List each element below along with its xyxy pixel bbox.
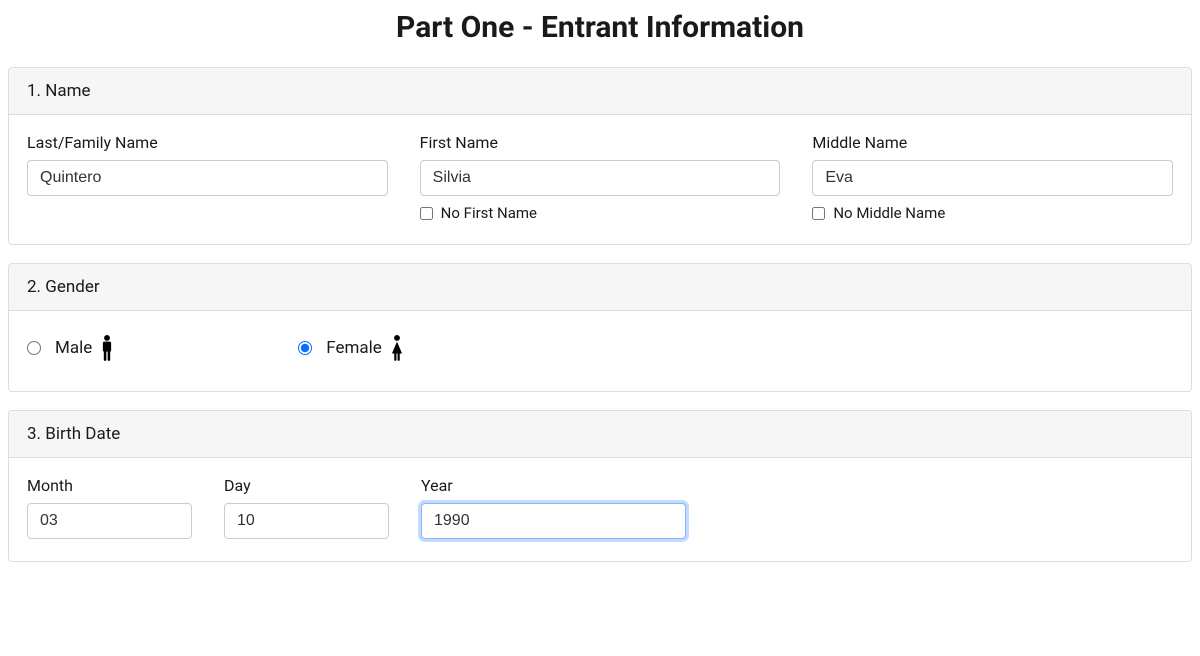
no-middle-name-checkbox[interactable]	[812, 207, 825, 220]
gender-male-label: Male	[55, 338, 92, 358]
birth-month-group: Month	[27, 476, 192, 539]
last-name-label: Last/Family Name	[27, 133, 388, 152]
birth-day-group: Day	[224, 476, 389, 539]
section-birthdate-heading: 3. Birth Date	[9, 411, 1191, 458]
gender-female-label: Female	[326, 338, 382, 358]
gender-male-radio[interactable]	[27, 341, 41, 355]
last-name-input[interactable]	[27, 160, 388, 196]
first-name-label: First Name	[420, 133, 781, 152]
last-name-group: Last/Family Name	[27, 133, 388, 222]
male-icon	[96, 333, 118, 363]
gender-female-radio[interactable]	[298, 341, 312, 355]
birth-day-input[interactable]	[224, 503, 389, 539]
gender-female-option[interactable]: Female	[298, 333, 408, 363]
section-name-heading: 1. Name	[9, 68, 1191, 115]
no-middle-name-label: No Middle Name	[833, 204, 945, 222]
first-name-input[interactable]	[420, 160, 781, 196]
section-gender: 2. Gender Male	[8, 263, 1192, 392]
birth-year-input[interactable]	[421, 503, 686, 539]
no-first-name-label: No First Name	[441, 204, 537, 222]
birth-month-label: Month	[27, 476, 192, 495]
middle-name-label: Middle Name	[812, 133, 1173, 152]
middle-name-group: Middle Name No Middle Name	[812, 133, 1173, 222]
section-name: 1. Name Last/Family Name First Name No F…	[8, 67, 1192, 245]
first-name-group: First Name No First Name	[420, 133, 781, 222]
birth-day-label: Day	[224, 476, 389, 495]
page-title: Part One - Entrant Information	[8, 10, 1192, 45]
birth-month-input[interactable]	[27, 503, 192, 539]
female-icon	[386, 333, 408, 363]
no-first-name-checkbox[interactable]	[420, 207, 433, 220]
section-birthdate: 3. Birth Date Month Day Year	[8, 410, 1192, 562]
middle-name-input[interactable]	[812, 160, 1173, 196]
gender-male-option[interactable]: Male	[27, 333, 118, 363]
birth-year-label: Year	[421, 476, 686, 495]
section-gender-heading: 2. Gender	[9, 264, 1191, 311]
birth-year-group: Year	[421, 476, 686, 539]
